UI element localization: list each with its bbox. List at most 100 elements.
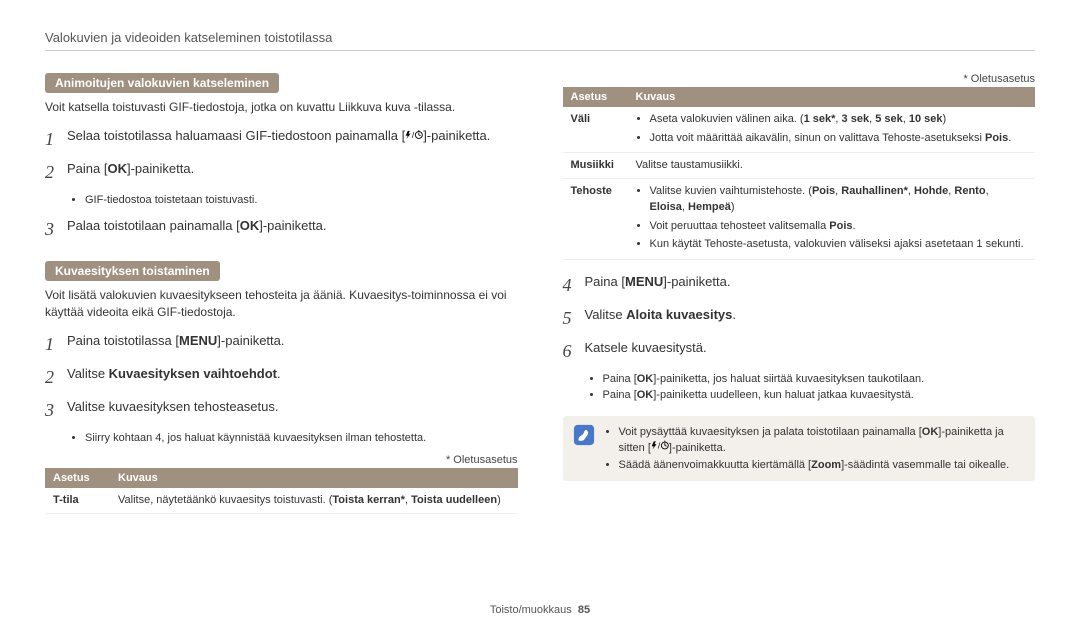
ok-key-icon: OK bbox=[240, 218, 260, 233]
s: Toista kerran* bbox=[332, 494, 405, 506]
s: 1 sek* bbox=[804, 113, 836, 125]
page-number: 85 bbox=[578, 604, 590, 616]
step-number: 1 bbox=[45, 126, 67, 153]
step-text: Valitse Aloita kuvaesitys. bbox=[585, 305, 1036, 332]
s: Hempeä bbox=[688, 201, 731, 213]
bullet: Siirry kohtaan 4, jos haluat käynnistää … bbox=[85, 430, 518, 447]
step-text: Valitse kuvaesityksen tehosteasetus. bbox=[67, 397, 518, 424]
cell-setting: Väli bbox=[563, 107, 628, 153]
s: Pois bbox=[829, 220, 852, 232]
flash-timer-icon: / bbox=[651, 440, 669, 457]
step-text: Paina [MENU]-painiketta. bbox=[585, 272, 1036, 299]
default-note-left: * Oletusasetus bbox=[45, 454, 518, 466]
step-number: 2 bbox=[45, 364, 67, 391]
step-s2: 2 Valitse Kuvaesityksen vaihtoehdot. bbox=[45, 364, 518, 391]
left-column: Animoitujen valokuvien katseleminen Voit… bbox=[45, 73, 518, 526]
a: Säädä äänenvoimakkuutta kiertämällä [ bbox=[619, 459, 812, 471]
ok-key-icon: OK bbox=[107, 161, 127, 176]
p: Jotta voit määrittää aikavälin, sinun on… bbox=[650, 132, 985, 144]
svg-text:/: / bbox=[658, 440, 661, 450]
s: Rento bbox=[954, 185, 985, 197]
table-row: Tehoste Valitse kuvien vaihtumistehoste.… bbox=[563, 178, 1036, 259]
b: ]-painiketta. bbox=[663, 274, 730, 289]
step-s3-bullets: Siirry kohtaan 4, jos haluat käynnistää … bbox=[73, 430, 518, 447]
step-r5: 5 Valitse Aloita kuvaesitys. bbox=[563, 305, 1036, 332]
step-text: Paina [OK]-painiketta. bbox=[67, 159, 518, 186]
flash-timer-icon: / bbox=[405, 127, 423, 147]
step-number: 3 bbox=[45, 216, 67, 243]
step-text-a: Palaa toistotilaan painamalla [ bbox=[67, 218, 240, 233]
pre: Valitse bbox=[67, 366, 109, 381]
step-number: 4 bbox=[563, 272, 585, 299]
table-row: Väli Aseta valokuvien välinen aika. (1 s… bbox=[563, 107, 1036, 153]
po: . bbox=[732, 307, 736, 322]
step-number: 2 bbox=[45, 159, 67, 186]
po: . bbox=[853, 220, 856, 232]
step-text: Katsele kuvaesitystä. bbox=[585, 338, 1036, 365]
s: Rauhallinen* bbox=[841, 185, 908, 197]
table-row: T-tila Valitse, näytetäänkö kuvaesitys t… bbox=[45, 488, 518, 513]
a: Paina [ bbox=[603, 389, 637, 401]
cell-setting: Tehoste bbox=[563, 178, 628, 259]
step-text: Valitse Kuvaesityksen vaihtoehdot. bbox=[67, 364, 518, 391]
right-column: * Oletusasetus Asetus Kuvaus Väli Aseta … bbox=[563, 73, 1036, 526]
a: Paina [ bbox=[603, 373, 637, 385]
note-box: Voit pysäyttää kuvaesityksen ja palata t… bbox=[563, 416, 1036, 482]
table-row: Musiikki Valitse taustamusiikki. bbox=[563, 153, 1036, 179]
bullet: Valitse kuvien vaihtumistehoste. (Pois, … bbox=[650, 183, 1028, 216]
s: Aloita kuvaesitys bbox=[626, 307, 732, 322]
s2: Toista uudelleen bbox=[411, 494, 497, 506]
step-text-a: Selaa toistotilassa haluamaasi GIF-tiedo… bbox=[67, 128, 405, 143]
section2-intro: Voit lisätä valokuvien kuvaesitykseen te… bbox=[45, 287, 518, 321]
step-1: 1 Selaa toistotilassa haluamaasi GIF-tie… bbox=[45, 126, 518, 153]
s: Pois bbox=[812, 185, 835, 197]
cell-desc: Valitse taustamusiikki. bbox=[628, 153, 1036, 179]
page-footer: Toisto/muokkaus 85 bbox=[0, 604, 1080, 616]
bullet: GIF-tiedostoa toistetaan toistuvasti. bbox=[85, 192, 518, 209]
step-text-a: Paina toistotilassa [ bbox=[67, 333, 179, 348]
p: Valitse, näytetäänkö kuvaesitys toistuva… bbox=[118, 494, 332, 506]
p: Valitse kuvien vaihtumistehoste. ( bbox=[650, 185, 812, 197]
step-s1: 1 Paina toistotilassa [MENU]-painiketta. bbox=[45, 331, 518, 358]
bullet: Kun käytät Tehoste-asetusta, valokuvien … bbox=[650, 236, 1028, 253]
p: Voit peruuttaa tehosteet valitsemalla bbox=[650, 220, 830, 232]
footer-label: Toisto/muokkaus bbox=[490, 604, 572, 616]
bullet: Jotta voit määrittää aikavälin, sinun on… bbox=[650, 130, 1028, 147]
menu-key-icon: MENU bbox=[179, 333, 217, 348]
note-bullet: Voit pysäyttää kuvaesityksen ja palata t… bbox=[619, 424, 1026, 457]
ok-key-icon: OK bbox=[922, 426, 939, 438]
step-text: Palaa toistotilaan painamalla [OK]-paini… bbox=[67, 216, 518, 243]
cell-setting: T-tila bbox=[45, 488, 110, 513]
cell-desc: Valitse kuvien vaihtumistehoste. (Pois, … bbox=[628, 178, 1036, 259]
step-number: 1 bbox=[45, 331, 67, 358]
cell-setting: Musiikki bbox=[563, 153, 628, 179]
a: Voit pysäyttää kuvaesityksen ja palata t… bbox=[619, 426, 922, 438]
th-desc: Kuvaus bbox=[110, 468, 518, 488]
po: ) bbox=[943, 113, 947, 125]
step-text-a: Paina [ bbox=[67, 161, 107, 176]
m: , bbox=[986, 185, 989, 197]
b: ]-säädintä vasemmalle tai oikealle. bbox=[841, 459, 1009, 471]
step-text: Paina toistotilassa [MENU]-painiketta. bbox=[67, 331, 518, 358]
s: Eloisa bbox=[650, 201, 682, 213]
page-header: Valokuvien ja videoiden katseleminen toi… bbox=[45, 30, 1035, 51]
p: Valitse bbox=[585, 307, 627, 322]
step-text-b: ]-painiketta. bbox=[127, 161, 194, 176]
bullet: Paina [OK]-painiketta uudelleen, kun hal… bbox=[603, 387, 1036, 404]
s: Pois bbox=[985, 132, 1008, 144]
th-setting: Asetus bbox=[45, 468, 110, 488]
default-note-right: * Oletusasetus bbox=[563, 73, 1036, 85]
step-number: 3 bbox=[45, 397, 67, 424]
s: 10 sek bbox=[909, 113, 943, 125]
ok-key-icon: OK bbox=[637, 373, 654, 385]
s: Hohde bbox=[914, 185, 948, 197]
bullet: Aseta valokuvien välinen aika. (1 sek*, … bbox=[650, 111, 1028, 128]
content-columns: Animoitujen valokuvien katseleminen Voit… bbox=[45, 73, 1035, 526]
note-text: Voit pysäyttää kuvaesityksen ja palata t… bbox=[605, 424, 1026, 474]
a: Paina [ bbox=[585, 274, 625, 289]
s: 3 sek bbox=[842, 113, 870, 125]
note-bullet: Säädä äänenvoimakkuutta kiertämällä [Zoo… bbox=[619, 457, 1026, 474]
svg-text:/: / bbox=[412, 129, 415, 139]
step-r6: 6 Katsele kuvaesitystä. bbox=[563, 338, 1036, 365]
p: Aseta valokuvien välinen aika. ( bbox=[650, 113, 804, 125]
